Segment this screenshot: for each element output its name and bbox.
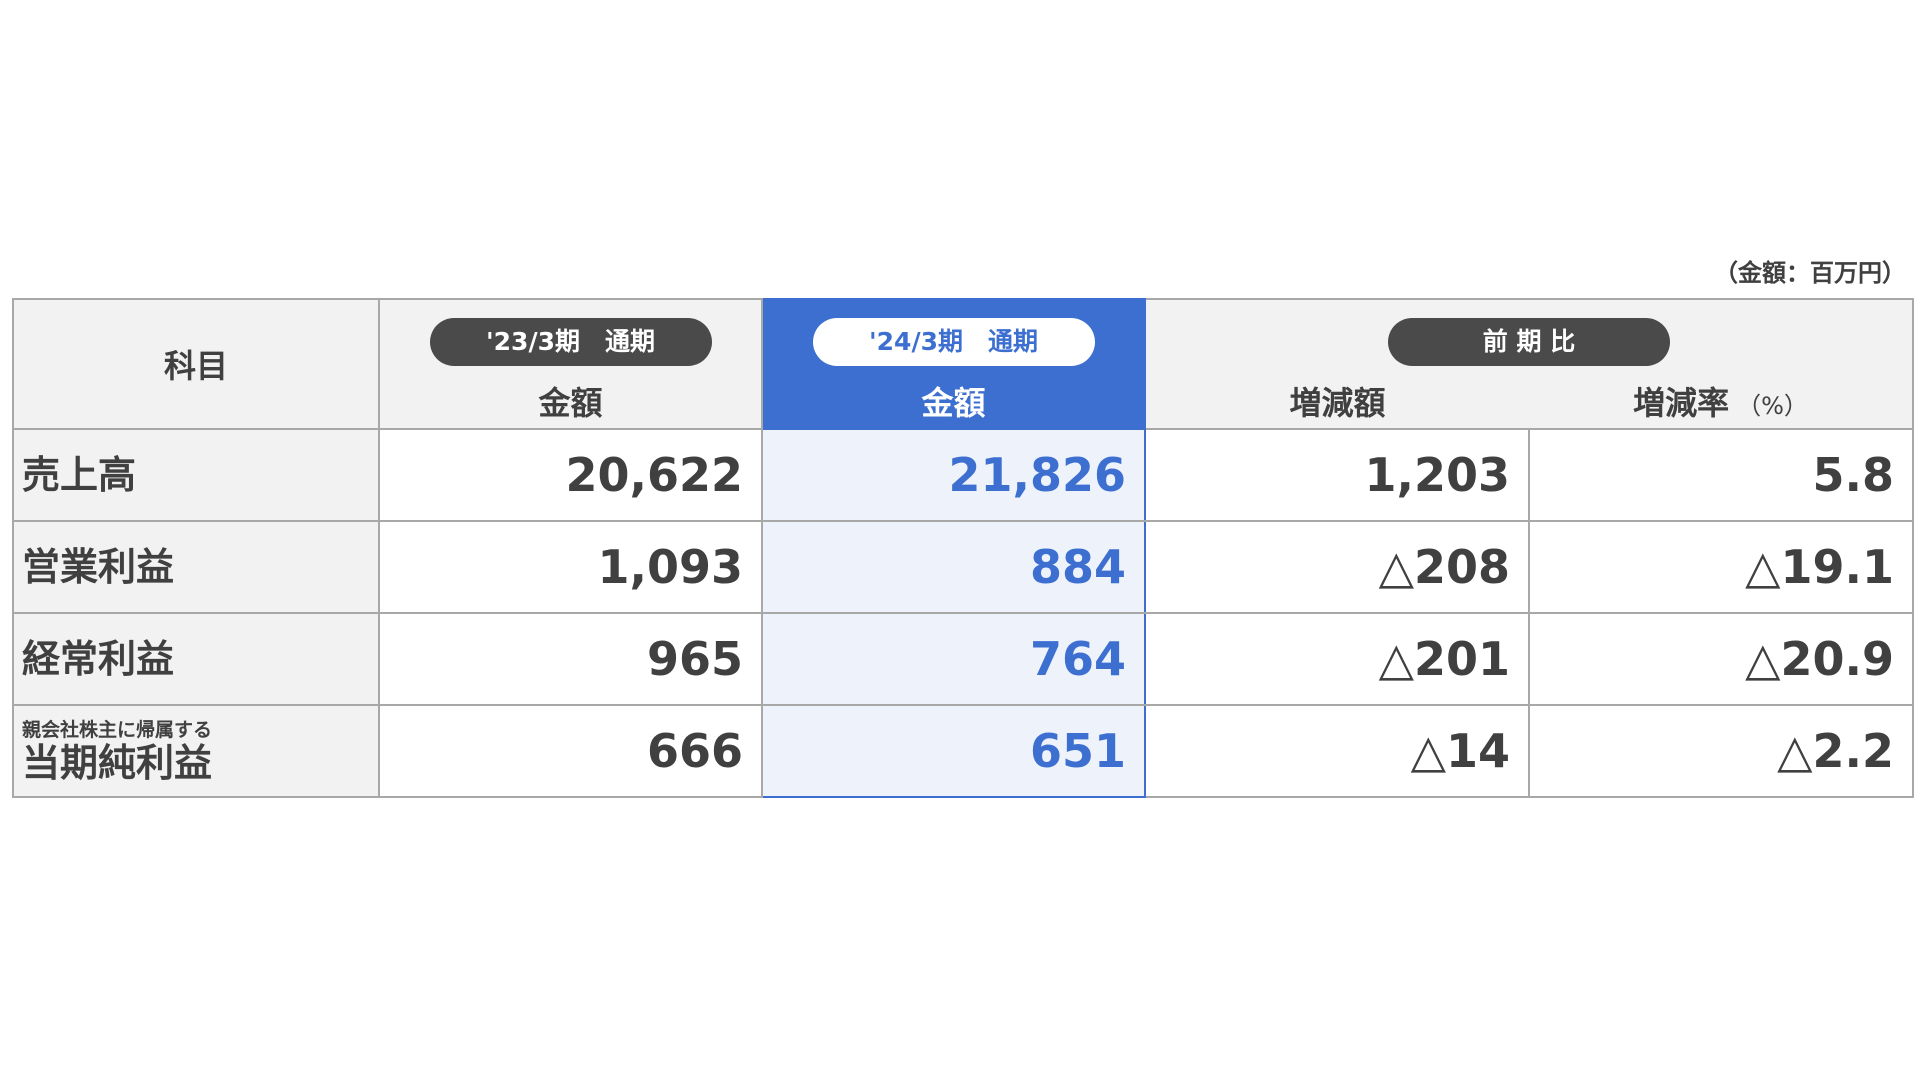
diff-value: △208 bbox=[1144, 520, 1530, 614]
table-row: 売上高 20,622 21,826 1,203 5.8 bbox=[12, 428, 1914, 522]
curr-amount-label: 金額 bbox=[921, 384, 986, 422]
prev-amount-label: 金額 bbox=[538, 384, 603, 422]
item-header: 科目 bbox=[12, 298, 380, 430]
rate-value: △2.2 bbox=[1528, 704, 1914, 798]
table-row: 親会社株主に帰属する 当期純利益 666 651 △14 △2.2 bbox=[12, 704, 1914, 798]
table-row: 営業利益 1,093 884 △208 △19.1 bbox=[12, 520, 1914, 614]
row-label: 営業利益 bbox=[12, 520, 380, 614]
table-row: 経常利益 965 764 △201 △20.9 bbox=[12, 612, 1914, 706]
curr-value: 21,826 bbox=[761, 428, 1146, 522]
financial-results-table: 科目 '23/3期 通期 金額 '24/3期 通期 金額 前 期 比 増減額 増… bbox=[12, 298, 1914, 798]
prev-value: 1,093 bbox=[378, 520, 763, 614]
rate-value: 5.8 bbox=[1528, 428, 1914, 522]
prev-period-pill: '23/3期 通期 bbox=[429, 318, 712, 366]
row-label: 親会社株主に帰属する 当期純利益 bbox=[12, 704, 380, 798]
diff-value: △201 bbox=[1144, 612, 1530, 706]
change-rate-unit: （%） bbox=[1737, 392, 1808, 420]
curr-period-header: '24/3期 通期 金額 bbox=[761, 298, 1146, 430]
curr-value: 764 bbox=[761, 612, 1146, 706]
curr-period-pill: '24/3期 通期 bbox=[812, 318, 1095, 366]
unit-note: （金額：百万円） bbox=[1714, 259, 1906, 287]
change-rate-text: 増減率 bbox=[1633, 384, 1730, 422]
prev-value: 965 bbox=[378, 612, 763, 706]
header-row: 科目 '23/3期 通期 金額 '24/3期 通期 金額 前 期 比 増減額 増… bbox=[12, 298, 1914, 430]
comparison-pill: 前 期 比 bbox=[1388, 318, 1670, 366]
diff-value: 1,203 bbox=[1144, 428, 1530, 522]
row-label: 売上高 bbox=[12, 428, 380, 522]
rate-value: △19.1 bbox=[1528, 520, 1914, 614]
diff-value: △14 bbox=[1144, 704, 1530, 798]
change-amount-label: 増減額 bbox=[1289, 384, 1386, 422]
comparison-header: 前 期 比 増減額 増減率 （%） bbox=[1144, 298, 1914, 430]
prev-value: 666 bbox=[378, 704, 763, 798]
prev-period-header: '23/3期 通期 金額 bbox=[378, 298, 763, 430]
prev-value: 20,622 bbox=[378, 428, 763, 522]
change-rate-label: 増減率 （%） bbox=[1529, 378, 1912, 424]
row-label-small: 親会社株主に帰属する bbox=[22, 719, 213, 741]
rate-value: △20.9 bbox=[1528, 612, 1914, 706]
curr-value: 651 bbox=[761, 704, 1146, 798]
curr-value: 884 bbox=[761, 520, 1146, 614]
row-label: 経常利益 bbox=[12, 612, 380, 706]
